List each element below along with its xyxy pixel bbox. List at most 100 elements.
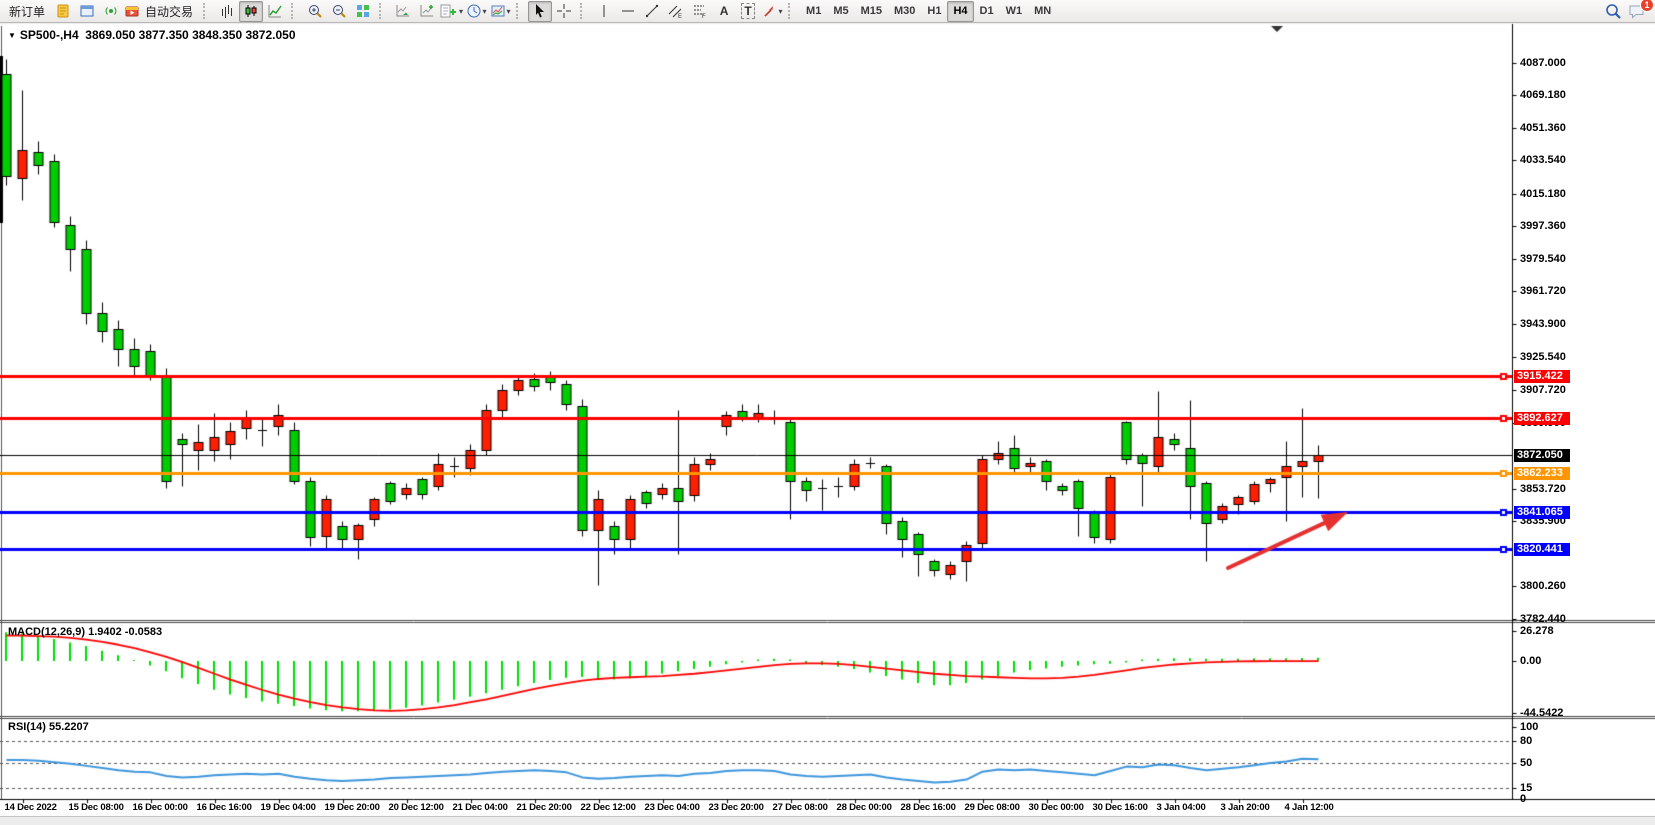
signals-icon[interactable] <box>99 1 123 22</box>
text-tool-icon[interactable]: A <box>712 1 736 22</box>
text-label-tool-icon[interactable]: T <box>736 1 760 22</box>
price-axis-tick-label: 4015.180 <box>1520 188 1566 200</box>
time-axis-label: 28 Dec 16:00 <box>901 802 956 813</box>
price-axis-tick-label: 4087.000 <box>1520 57 1566 69</box>
timeframe-button-m1[interactable]: M1 <box>800 1 827 22</box>
timeframe-button-h4[interactable]: H4 <box>947 1 973 22</box>
hline-price-label: 3820.441 <box>1514 543 1570 556</box>
timeframe-button-m15[interactable]: M15 <box>855 1 888 22</box>
fibonacci-icon[interactable]: F <box>688 1 712 22</box>
dropdown-caret-icon: ▾ <box>483 7 487 16</box>
price-axis-tick-label: 3925.540 <box>1520 351 1566 363</box>
macd-scale-label: -44.5422 <box>1520 707 1563 719</box>
dropdown-caret-icon: ▾ <box>507 7 511 16</box>
macd-scale-label: 26.278 <box>1520 625 1554 637</box>
price-axis-tick-label: 3997.360 <box>1520 220 1566 232</box>
price-axis-tick-label: 3961.720 <box>1520 285 1566 297</box>
market-window-icon[interactable] <box>75 1 99 22</box>
time-axis-label: 3 Jan 20:00 <box>1221 802 1270 813</box>
time-axis-label: 30 Dec 16:00 <box>1093 802 1148 813</box>
price-axis-tick-label: 4033.540 <box>1520 154 1566 166</box>
hline-price-label: 3892.627 <box>1514 412 1570 425</box>
new-order-button[interactable]: 新订单 <box>3 1 51 22</box>
time-axis-label: 22 Dec 12:00 <box>581 802 636 813</box>
zoom-in-icon[interactable] <box>303 1 327 22</box>
rsi-scale-label: 50 <box>1520 757 1532 769</box>
time-axis-label: 23 Dec 04:00 <box>645 802 700 813</box>
time-axis-label: 20 Dec 12:00 <box>389 802 444 813</box>
horizontal-line-icon[interactable] <box>616 1 640 22</box>
time-axis-label: 14 Dec 2022 <box>5 802 57 813</box>
time-axis-label: 23 Dec 20:00 <box>709 802 764 813</box>
cursor-icon[interactable] <box>528 1 552 22</box>
chart-canvas[interactable] <box>0 0 1655 824</box>
trade-group: 新订单 自动交易 <box>3 0 199 22</box>
timeframe-button-h1[interactable]: H1 <box>921 1 947 22</box>
time-axis-label: 15 Dec 08:00 <box>69 802 124 813</box>
candlestick-chart-icon[interactable] <box>239 1 263 22</box>
search-icon[interactable] <box>1601 1 1625 22</box>
vertical-line-icon[interactable] <box>592 1 616 22</box>
auto-trading-button[interactable]: 自动交易 <box>123 1 199 22</box>
rsi-label: RSI(14) 55.2207 <box>8 721 89 733</box>
rsi-scale-label: 80 <box>1520 735 1532 747</box>
time-axis-label: 3 Jan 04:00 <box>1157 802 1206 813</box>
auto-scroll-icon[interactable] <box>391 1 415 22</box>
macd-scale-label: 0.00 <box>1520 655 1541 667</box>
time-axis-label: 16 Dec 16:00 <box>197 802 252 813</box>
scroll-group <box>391 0 439 22</box>
time-axis-label: 4 Jan 12:00 <box>1285 802 1334 813</box>
toolbar-separator <box>291 3 300 19</box>
equidistant-channel-icon[interactable]: E <box>664 1 688 22</box>
arrows-tool-icon[interactable]: ▾ <box>760 1 784 22</box>
hline-price-label: 3841.065 <box>1514 506 1570 519</box>
time-axis-label: 19 Dec 04:00 <box>261 802 316 813</box>
line-chart-icon[interactable] <box>263 1 287 22</box>
timeframe-button-mn[interactable]: MN <box>1028 1 1057 22</box>
timeframe-button-m30[interactable]: M30 <box>888 1 921 22</box>
time-axis-label: 19 Dec 20:00 <box>325 802 380 813</box>
toolbar-separator <box>516 3 525 19</box>
svg-text:E: E <box>678 14 682 19</box>
template-icon[interactable]: ▾ <box>488 1 512 22</box>
main-toolbar: 新订单 自动交易 ▾ ▾ ▾ <box>0 0 1655 23</box>
notification-badge: 1 <box>1640 0 1654 12</box>
current-price-label: 3872.050 <box>1514 449 1570 462</box>
price-axis-tick-label: 3943.900 <box>1520 318 1566 330</box>
zoom-out-icon[interactable] <box>327 1 351 22</box>
time-axis-label: 21 Dec 20:00 <box>517 802 572 813</box>
dropdown-caret-icon: ▾ <box>779 7 783 16</box>
toolbar-separator <box>203 3 212 19</box>
auto-trading-label: 自动交易 <box>140 3 198 20</box>
price-axis-tick-label: 3907.720 <box>1520 384 1566 396</box>
toolbar-right: 1 <box>1601 1 1649 22</box>
add-indicator-icon[interactable]: ▾ <box>439 1 464 22</box>
community-chat-button[interactable]: 1 <box>1625 1 1649 22</box>
crosshair-icon[interactable] <box>552 1 576 22</box>
timeframe-button-d1[interactable]: D1 <box>974 1 1000 22</box>
charts-stack-icon[interactable] <box>51 1 75 22</box>
time-axis-label: 21 Dec 04:00 <box>453 802 508 813</box>
trendline-icon[interactable] <box>640 1 664 22</box>
price-axis-tick-label: 4069.180 <box>1520 89 1566 101</box>
new-order-label: 新订单 <box>4 3 50 20</box>
timeframe-button-m5[interactable]: M5 <box>827 1 854 22</box>
period-clock-icon[interactable]: ▾ <box>464 1 488 22</box>
tile-windows-icon[interactable] <box>351 1 375 22</box>
rsi-scale-label: 0 <box>1520 793 1526 805</box>
price-axis-tick-label: 3782.440 <box>1520 613 1566 625</box>
symbol-title[interactable]: ▼SP500-,H4 3869.050 3877.350 3848.350 38… <box>8 28 296 42</box>
rsi-scale-label: 100 <box>1520 721 1538 733</box>
time-axis-label: 29 Dec 08:00 <box>965 802 1020 813</box>
chart-shift-icon[interactable] <box>415 1 439 22</box>
symbol-dropdown-icon: ▼ <box>8 31 16 40</box>
toolbar-separator <box>379 3 388 19</box>
zoom-group <box>303 0 375 22</box>
svg-text:F: F <box>702 14 706 19</box>
price-axis-tick-label: 4051.360 <box>1520 122 1566 134</box>
pointer-group <box>528 0 576 22</box>
bar-chart-icon[interactable] <box>215 1 239 22</box>
time-axis-label: 28 Dec 00:00 <box>837 802 892 813</box>
timeframe-button-w1[interactable]: W1 <box>1000 1 1029 22</box>
drawing-tools-group: E F A T ▾ <box>592 0 784 22</box>
